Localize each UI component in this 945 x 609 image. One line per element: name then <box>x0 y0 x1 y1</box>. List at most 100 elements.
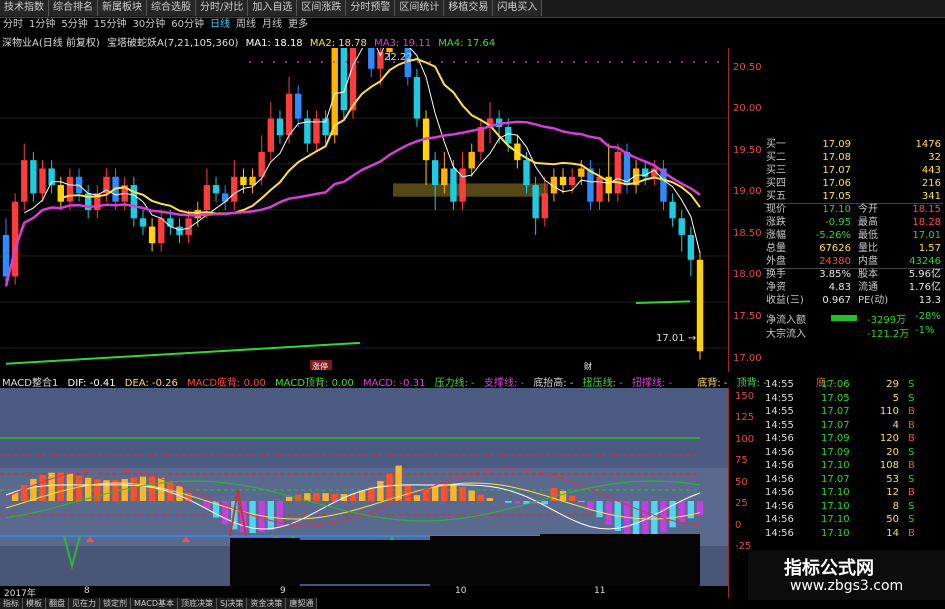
macd-histogram-bar <box>422 489 430 501</box>
candlestick-chart[interactable]: 22.22 17.01 → 涨停 财 <box>0 48 728 372</box>
quote-panel: 买一 17.09 1476 买二 17.08 32 买三 17.07 443 买四 17.06 216… <box>763 138 945 373</box>
macd-chart[interactable] <box>0 388 728 598</box>
quote-value: -0.95 <box>825 217 851 228</box>
macd-histogram-bar <box>285 496 293 501</box>
period-tab[interactable]: 15分钟 <box>91 17 130 33</box>
quote-value: 0.967 <box>822 295 851 306</box>
bottom-tab[interactable]: 资金决策 <box>247 598 287 609</box>
period-tab[interactable]: 5分钟 <box>58 17 90 33</box>
tick-side: B <box>908 460 915 471</box>
macd-histogram-bar <box>450 484 457 501</box>
candle-body <box>57 185 64 202</box>
toolbar-button[interactable]: 技术指数 <box>0 0 49 16</box>
tick-row: 14:56 17.10 8 S <box>763 500 941 514</box>
tick-price: 17.10 <box>821 460 850 471</box>
tick-price: 17.07 <box>821 473 850 485</box>
macd-histogram-bar <box>651 501 658 536</box>
bottom-tab[interactable]: 锁定剂 <box>100 598 131 609</box>
macd-bg-top <box>0 388 728 468</box>
candle-body <box>212 185 220 194</box>
date-label: 8 <box>84 586 90 596</box>
tick-side: B <box>908 419 915 431</box>
candle-body <box>295 93 302 119</box>
date-axis: 2017年 8 9 10 11 <box>0 586 728 599</box>
toolbar-button[interactable]: 综合选股 <box>147 0 196 16</box>
toolbar-button[interactable]: 分时/对比 <box>196 0 249 16</box>
period-tab[interactable]: 更多 <box>285 17 311 33</box>
signal-dot <box>681 61 683 63</box>
macd-histogram-bar <box>660 501 667 532</box>
tick-volume: 14 <box>886 527 899 539</box>
price-tick-label: 20.50 <box>733 61 762 73</box>
candle-body <box>340 48 348 111</box>
candle-body <box>431 160 439 186</box>
overlay-block <box>430 536 540 586</box>
toolbar-button[interactable]: 区间涨跌 <box>297 0 347 16</box>
bottom-tab[interactable]: 翻盘 <box>46 598 69 609</box>
quote-value: 17.09 <box>822 139 851 150</box>
price-tick-label: 20.00 <box>733 103 762 115</box>
tick-row: 14:56 17.09 20 S <box>763 446 941 460</box>
tick-side: B <box>908 487 915 498</box>
signal-dot <box>357 61 359 63</box>
overlay-block <box>540 534 700 586</box>
quote-label-2: 最低 <box>858 230 878 241</box>
tick-time: 14:56 <box>765 514 794 525</box>
macd-tick-label: 75 <box>735 455 748 467</box>
period-tab[interactable]: 周线 <box>233 17 259 33</box>
macd-histogram-bar <box>30 478 37 501</box>
bottom-tab[interactable]: MACD基本 <box>131 598 178 609</box>
toolbar-button[interactable]: 分时预警 <box>346 0 396 16</box>
tick-volume: 5 <box>892 392 899 404</box>
bottom-tab[interactable]: 顶底决策 <box>177 598 217 609</box>
period-tab[interactable]: 1分钟 <box>26 17 58 33</box>
period-tab[interactable]: 60分钟 <box>168 17 207 33</box>
toolbar-button[interactable]: 区间统计 <box>395 0 445 16</box>
toolbar-button[interactable]: 闪电买入 <box>493 0 543 16</box>
price-tick-label: 17.00 <box>733 352 762 364</box>
macd-tick-label: 50 <box>735 476 748 488</box>
quote-label: 外盘 <box>766 256 786 267</box>
period-tab[interactable]: 分时 <box>0 17 26 33</box>
quote-value: 17.07 <box>822 165 851 176</box>
bottom-tab[interactable]: SJ决策 <box>216 598 248 609</box>
tick-row: 14:56 17.10 14 B <box>763 527 941 541</box>
signal-dot <box>597 61 599 63</box>
macd-histogram-bar <box>66 473 74 501</box>
period-tab[interactable]: 日线 <box>207 17 233 33</box>
tick-row: 14:55 17.05 5 S <box>763 392 941 406</box>
macd-histogram-bar <box>578 501 585 502</box>
quote-label-2: 最高 <box>858 217 878 228</box>
tick-table[interactable]: 14:55 17.06 29 S 14:55 17.05 5 S 14:55 17.07 110 B 1… <box>763 376 945 548</box>
toolbar-button[interactable]: 加入自选 <box>248 0 298 16</box>
ma1-line <box>24 48 701 254</box>
period-tab[interactable]: 月线 <box>259 17 285 33</box>
quote-label: 总量 <box>766 243 786 254</box>
macd-histogram-bar <box>48 472 55 501</box>
quote-value-2: 13.3 <box>918 295 941 306</box>
candle-body <box>614 151 622 194</box>
quote-row: 买三 17.07 443 <box>763 164 943 178</box>
macd-tick-label: 150 <box>735 390 755 402</box>
period-tab[interactable]: 30分钟 <box>129 17 168 33</box>
signal-dot <box>501 61 503 63</box>
quote-value: 17.06 <box>822 178 851 189</box>
finance-tag: 财 <box>584 361 592 371</box>
toolbar-button[interactable]: 移植交易 <box>444 0 494 16</box>
toolbar-button[interactable]: 新属板块 <box>98 0 147 16</box>
tick-volume: 20 <box>886 446 899 458</box>
bottom-tab[interactable]: 唐契通 <box>286 598 318 609</box>
macd-histogram-bar <box>75 475 83 501</box>
macd-header: MACD整合1 DIF: -0.41 DEA: -0.26 MACD底背: 0.… <box>2 374 842 389</box>
quote-value: 4.83 <box>828 282 851 293</box>
macd-tick-label: 125 <box>735 412 755 424</box>
toolbar-button[interactable]: 综合排名 <box>49 0 98 16</box>
quote-value: 17.08 <box>822 152 851 163</box>
bottom-tab[interactable]: 见在力 <box>69 598 100 609</box>
tick-volume: 4 <box>892 419 899 431</box>
quote-label: 买三 <box>766 165 786 176</box>
price-tick-label: 19.00 <box>733 186 762 198</box>
signal-dot <box>465 61 467 63</box>
bottom-tab[interactable]: 模板 <box>23 598 46 609</box>
bottom-tab[interactable]: 指标 <box>0 598 23 609</box>
